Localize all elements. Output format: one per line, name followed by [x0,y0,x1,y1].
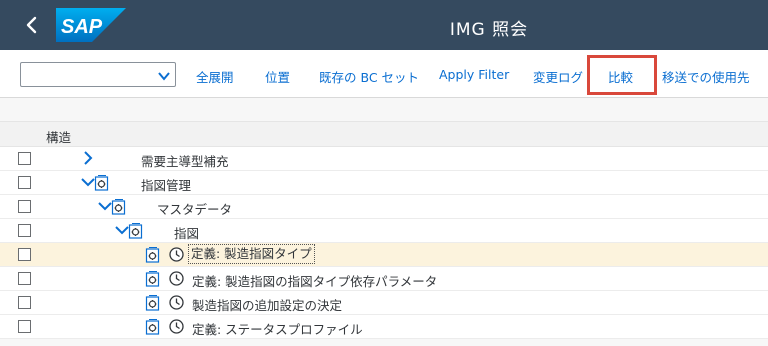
clock-icon[interactable] [168,270,185,287]
tree-row[interactable]: 指図管理 [0,171,768,195]
clock-icon[interactable] [168,318,185,335]
row-label: 製造指図の追加設定の決定 [192,298,343,313]
tree-row[interactable]: 製造指図の追加設定の決定 [0,291,768,315]
apply-filter-button[interactable]: Apply Filter [439,67,509,82]
tree-row[interactable]: マスタデータ [0,195,768,219]
row-checkbox[interactable] [18,176,31,189]
img-activity-icon [145,294,162,311]
img-activity-icon [145,270,162,287]
row-label[interactable]: 定義: 製造指図タイプ [188,244,315,264]
tree-row[interactable]: 指図 [0,219,768,243]
column-header-structure: 構造 [46,130,72,145]
row-checkbox[interactable] [18,224,31,237]
img-activity-icon [145,318,162,335]
row-label: 定義: 製造指図の指図タイプ依存パラメータ [192,274,438,289]
row-checkbox[interactable] [18,248,31,261]
img-activity-icon [111,198,128,215]
expand-all-button[interactable]: 全展開 [196,67,234,86]
chevron-down-icon[interactable] [157,68,171,87]
existing-bc-sets-button[interactable]: 既存の BC セット [319,67,419,86]
position-button[interactable]: 位置 [265,67,290,86]
toolbar: 全展開 位置 既存の BC セット Apply Filter 変更ログ 比較 移… [0,50,768,98]
where-used-in-transport-button[interactable]: 移送での使用先 [662,67,750,86]
clock-icon[interactable] [168,294,185,311]
tree-row[interactable]: 定義: 製造指図の指図タイプ依存パラメータ [0,267,768,291]
row-checkbox[interactable] [18,296,31,309]
tree-row[interactable]: 定義: ステータスプロファイル [0,315,768,339]
img-activity-icon [94,174,111,191]
table-header: 構造 [0,121,768,147]
row-checkbox[interactable] [18,272,31,285]
img-activity-icon [128,222,145,239]
shell-header: SAP IMG 照会 [0,0,768,50]
row-label: 定義: ステータスプロファイル [192,322,363,337]
row-label: 指図 [174,226,200,241]
clock-icon[interactable] [168,246,185,263]
change-log-button[interactable]: 変更ログ [533,67,583,86]
chevron-right-icon[interactable] [80,150,96,166]
variant-select[interactable] [20,62,176,87]
row-label: 需要主導型補充 [141,154,229,169]
row-checkbox[interactable] [18,320,31,333]
tree-row[interactable]: 定義: 製造指図タイプ [0,243,768,267]
img-activity-icon [145,246,162,263]
row-checkbox[interactable] [18,200,31,213]
row-label: 指図管理 [141,178,192,193]
app-title: IMG 照会 [449,20,529,40]
highlight-box [587,55,657,95]
row-label: マスタデータ [157,202,233,217]
tree-row[interactable]: 需要主導型補充 [0,147,768,171]
row-checkbox[interactable] [18,152,31,165]
